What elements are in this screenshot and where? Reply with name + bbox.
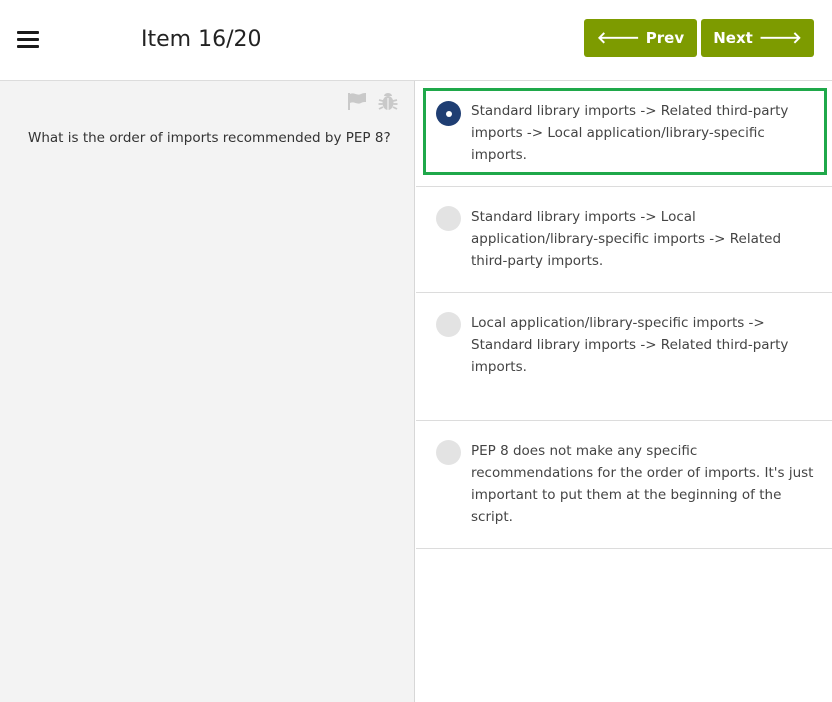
radio-button[interactable] [436,206,461,231]
answer-option-text: Standard library imports -> Related thir… [471,103,789,163]
answer-option-text: PEP 8 does not make any specific recomme… [471,443,814,525]
answer-options: Standard library imports -> Related thir… [416,81,832,549]
answer-option-1[interactable]: Standard library imports -> Related thir… [416,81,832,187]
hamburger-menu-icon[interactable] [17,31,39,49]
answer-option-3[interactable]: Local application/library-specific impor… [416,293,832,421]
question-tools [346,91,399,111]
top-bar: Item 16/20 🡐 Prev Next 🡒 [0,0,832,81]
bug-icon[interactable] [377,91,399,111]
radio-button[interactable] [436,440,461,465]
next-button-label: Next [713,29,753,47]
radio-button-selected[interactable] [436,101,461,126]
prev-button[interactable]: 🡐 Prev [584,19,697,57]
answer-option-4[interactable]: PEP 8 does not make any specific recomme… [416,421,832,549]
answer-option-text: Local application/library-specific impor… [471,315,789,375]
question-panel: What is the order of imports recommended… [0,81,415,702]
item-counter: Item 16/20 [141,27,262,52]
question-text: What is the order of imports recommended… [28,130,391,146]
answer-option-text: Standard library imports -> Local applic… [471,209,782,269]
arrow-left-icon: 🡐 [596,28,640,47]
prev-button-label: Prev [645,29,685,47]
arrow-right-icon: 🡒 [758,28,802,47]
flag-icon[interactable] [346,91,368,111]
radio-button[interactable] [436,312,461,337]
answer-option-2[interactable]: Standard library imports -> Local applic… [416,187,832,293]
next-button[interactable]: Next 🡒 [701,19,814,57]
